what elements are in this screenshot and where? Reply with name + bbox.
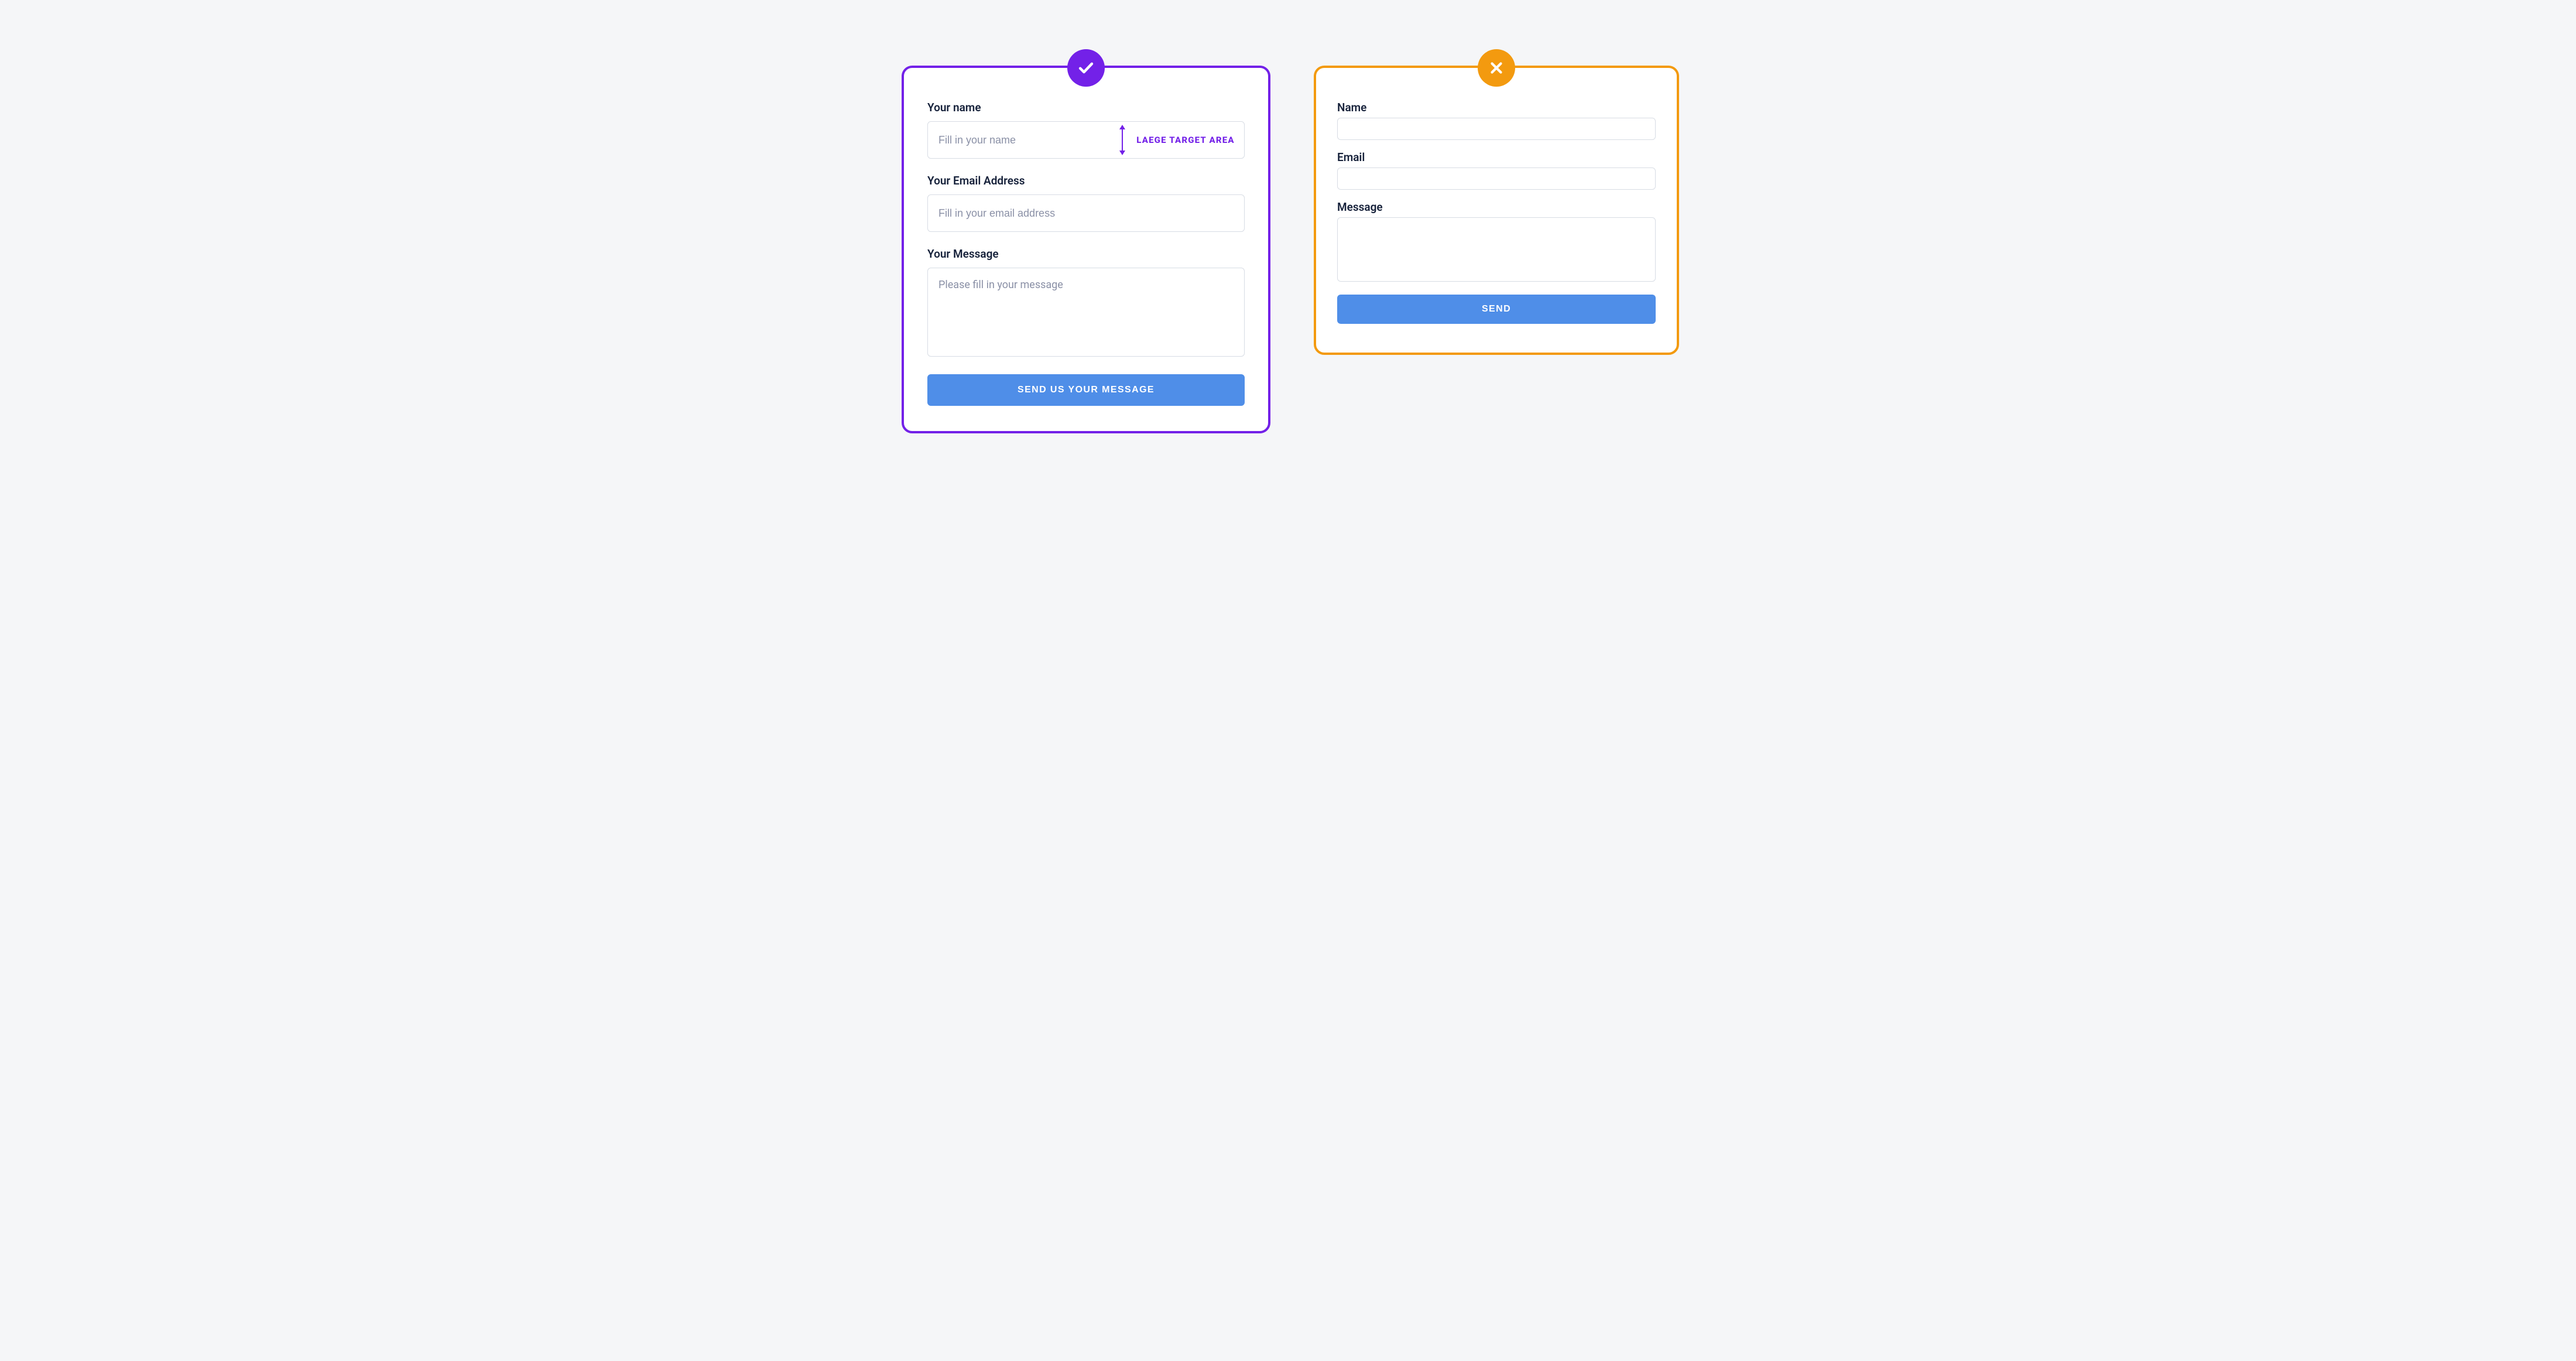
check-badge bbox=[1067, 49, 1105, 87]
email-label: Your Email Address bbox=[927, 174, 1245, 187]
cross-badge bbox=[1478, 49, 1515, 87]
email-field-group: Your Email Address bbox=[927, 174, 1245, 232]
annotation-text: LAEGE TARGET AREA bbox=[1130, 135, 1241, 145]
email-field-group-bad: Email bbox=[1337, 151, 1656, 190]
name-input-bad[interactable] bbox=[1337, 118, 1656, 140]
comparison-canvas: Your name LAEGE TARGET AREA Your Email bbox=[851, 0, 1725, 461]
vertical-arrow-icon bbox=[1118, 125, 1126, 155]
email-input-bad[interactable] bbox=[1337, 167, 1656, 190]
message-field-group-bad: Message bbox=[1337, 200, 1656, 284]
message-textarea[interactable] bbox=[927, 268, 1245, 357]
good-card: Your name LAEGE TARGET AREA Your Email bbox=[902, 66, 1270, 433]
name-row: LAEGE TARGET AREA bbox=[927, 121, 1245, 159]
close-icon bbox=[1488, 59, 1505, 77]
check-icon bbox=[1076, 58, 1096, 78]
send-button-good[interactable]: SEND US YOUR MESSAGE bbox=[927, 374, 1245, 406]
message-label-bad: Message bbox=[1337, 200, 1656, 214]
email-input[interactable] bbox=[927, 194, 1245, 232]
email-label-bad: Email bbox=[1337, 151, 1656, 164]
name-label-bad: Name bbox=[1337, 101, 1656, 114]
send-button-bad[interactable]: SEND bbox=[1337, 295, 1656, 324]
large-target-annotation: LAEGE TARGET AREA bbox=[1118, 125, 1241, 155]
message-field-group: Your Message bbox=[927, 247, 1245, 359]
name-field-group-bad: Name bbox=[1337, 101, 1656, 140]
bad-card: Name Email Message SEND bbox=[1314, 66, 1679, 355]
message-label: Your Message bbox=[927, 247, 1245, 261]
name-label: Your name bbox=[927, 101, 1245, 114]
message-textarea-bad[interactable] bbox=[1337, 217, 1656, 282]
name-field-group: Your name LAEGE TARGET AREA bbox=[927, 101, 1245, 159]
